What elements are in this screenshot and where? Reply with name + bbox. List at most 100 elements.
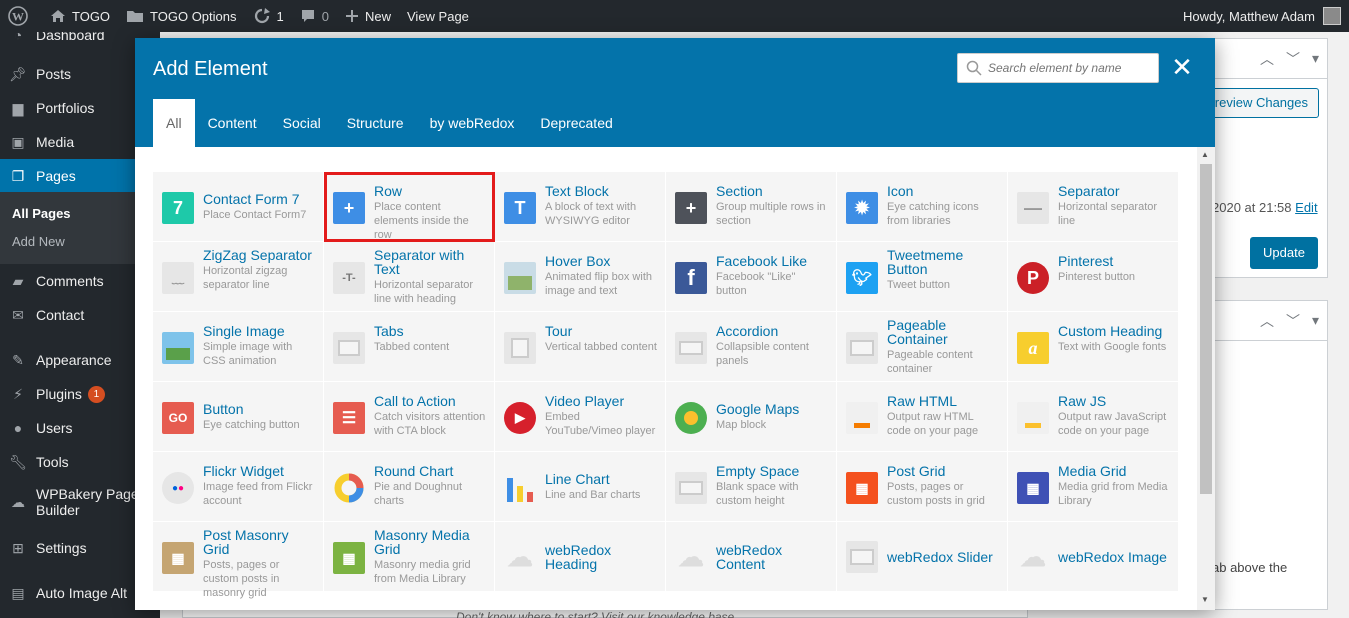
sidebar-label: Media — [36, 134, 75, 150]
element-desc: Posts, pages or custom posts in masonry … — [203, 559, 280, 599]
map-icon — [675, 402, 707, 434]
element-webredox-slider[interactable]: webRedox Slider — [837, 522, 1008, 592]
element-name: Separator with Text — [374, 247, 465, 277]
element-masonry-media-grid[interactable]: ▦ Masonry Media Grid Masonry media grid … — [324, 522, 495, 592]
element-desc: Simple image with CSS animation — [203, 341, 293, 367]
element-tweetmeme-button[interactable]: 🐦︎ Tweetmeme Button Tweet button — [837, 242, 1008, 312]
element-name: Button — [203, 401, 244, 417]
chevron-down-icon[interactable]: ﹀ — [1286, 49, 1300, 69]
element-tour[interactable]: Tour Vertical tabbed content — [495, 312, 666, 382]
element-pageable-container[interactable]: Pageable Container Pageable content cont… — [837, 312, 1008, 382]
element-contact-form-7[interactable]: 7 Contact Form 7 Place Contact Form7 — [153, 172, 324, 242]
sun-icon: ✹ — [846, 192, 878, 224]
chevron-up-icon[interactable]: ︿ — [1260, 311, 1274, 331]
element-name: Line Chart — [545, 471, 610, 487]
site-name: TOGO — [72, 8, 111, 24]
account-menu[interactable]: Howdy, Matthew Adam — [1183, 7, 1349, 25]
element-raw-html[interactable]: Raw HTML Output raw HTML code on your pa… — [837, 382, 1008, 452]
tab-structure[interactable]: Structure — [334, 99, 417, 147]
element-accordion[interactable]: Accordion Collapsible content panels — [666, 312, 837, 382]
close-icon[interactable]: ✕ — [1171, 54, 1193, 80]
scroll-up-arrow-icon[interactable]: ▲ — [1201, 150, 1209, 159]
element-video-player[interactable]: ▶ Video Player Embed YouTube/Vimeo playe… — [495, 382, 666, 452]
element-desc: Tabbed content — [374, 341, 450, 353]
comments-link[interactable]: 0 — [292, 0, 337, 32]
element-desc: Masonry media grid from Media Library — [374, 559, 471, 585]
element-name: Contact Form 7 — [203, 191, 300, 207]
element-facebook-like[interactable]: f Facebook Like Facebook "Like" button — [666, 242, 837, 312]
folder-icon: ▆ — [12, 99, 24, 116]
site-name-link[interactable]: TOGO — [42, 0, 118, 32]
element-desc: Vertical tabbed content — [545, 341, 657, 353]
image-icon: ▤ — [11, 584, 25, 601]
chevron-down-icon[interactable]: ﹀ — [1286, 311, 1300, 331]
caret-down-icon[interactable]: ▾ — [1312, 50, 1319, 67]
element-round-chart[interactable]: Round Chart Pie and Doughnut charts — [324, 452, 495, 522]
wordpress-logo-icon[interactable]: W — [0, 0, 42, 32]
publish-panel-header: ︿ ﹀ ▾ — [1215, 39, 1327, 79]
element-post-masonry-grid[interactable]: ▦ Post Masonry Grid Posts, pages or cust… — [153, 522, 324, 599]
caret-down-icon[interactable]: ▾ — [1312, 312, 1319, 329]
element-raw-js[interactable]: Raw JS Output raw JavaScript code on you… — [1008, 382, 1179, 452]
element-single-image[interactable]: Single Image Simple image with CSS anima… — [153, 312, 324, 382]
element-separator[interactable]: — Separator Horizontal separator line — [1008, 172, 1179, 242]
element-desc: Text with Google fonts — [1058, 341, 1167, 353]
element-call-to-action[interactable]: ☰ Call to Action Catch visitors attentio… — [324, 382, 495, 452]
element-name: Tweetmeme Button — [887, 247, 964, 277]
element-post-grid[interactable]: ▦ Post Grid Posts, pages or custom posts… — [837, 452, 1008, 522]
scrollbar-thumb[interactable] — [1200, 164, 1212, 494]
element-icon[interactable]: ✹ Icon Eye catching icons from libraries — [837, 172, 1008, 242]
element-name: Google Maps — [716, 401, 800, 417]
element-row[interactable]: + Row Place content elements inside the … — [324, 172, 495, 242]
cloud-icon: ☁ — [507, 541, 533, 572]
tab-all[interactable]: All — [153, 99, 195, 147]
home-icon — [51, 10, 65, 22]
element-media-grid[interactable]: ▦ Media Grid Media grid from Media Libra… — [1008, 452, 1179, 522]
element-zigzag-separator[interactable]: ﹏ ZigZag Separator Horizontal zigzag sep… — [153, 242, 324, 312]
donut-chart-icon — [333, 472, 365, 504]
element-pinterest[interactable]: P Pinterest Pinterest button — [1008, 242, 1179, 312]
element-webredox-content[interactable]: ☁ webRedox Content — [666, 522, 837, 592]
tab-content[interactable]: Content — [195, 99, 270, 147]
element-name: Facebook Like — [716, 253, 808, 269]
element-empty-space[interactable]: Empty Space Blank space with custom heig… — [666, 452, 837, 522]
element-desc: Image feed from Flickr account — [203, 481, 313, 507]
sidebar-label: Tools — [36, 454, 69, 470]
tab-deprecated[interactable]: Deprecated — [527, 99, 625, 147]
modal-scrollbar[interactable]: ▲ ▼ — [1197, 147, 1215, 610]
element-webredox-heading[interactable]: ☁ webRedox Heading — [495, 522, 666, 592]
element-tabs[interactable]: Tabs Tabbed content — [324, 312, 495, 382]
admin-bar: W TOGO TOGO Options 1 0 New View Page Ho… — [0, 0, 1349, 32]
scroll-down-arrow-icon[interactable]: ▼ — [1201, 595, 1209, 604]
options-link[interactable]: TOGO Options — [118, 0, 244, 32]
element-webredox-image[interactable]: ☁ webRedox Image — [1008, 522, 1179, 592]
element-hover-box[interactable]: Hover Box Animated flip box with image a… — [495, 242, 666, 312]
update-button[interactable]: Update — [1250, 237, 1318, 269]
chevron-up-icon[interactable]: ︿ — [1260, 49, 1274, 69]
publish-date-value: 2020 at 21:58 — [1212, 200, 1292, 215]
howdy-text: Howdy, Matthew Adam — [1183, 8, 1315, 24]
sidebar-label: Comments — [36, 273, 104, 289]
sidebar-label: Users — [36, 420, 73, 436]
element-name: Post Masonry Grid — [203, 527, 289, 557]
search-box[interactable] — [957, 53, 1159, 83]
element-name: Post Grid — [887, 463, 946, 479]
tab-by-webredox[interactable]: by webRedox — [417, 99, 528, 147]
element-flickr-widget[interactable]: ● ● Flickr Widget Image feed from Flickr … — [153, 452, 324, 522]
element-text-block[interactable]: T Text Block A block of text with WYSIWY… — [495, 172, 666, 242]
element-google-maps[interactable]: Google Maps Map block — [666, 382, 837, 452]
search-input[interactable] — [988, 61, 1148, 75]
edit-date-link[interactable]: Edit — [1295, 200, 1317, 215]
element-custom-heading[interactable]: a Custom Heading Text with Google fonts — [1008, 312, 1179, 382]
element-separator-with-text[interactable]: -T- Separator with Text Horizontal separ… — [324, 242, 495, 312]
comment-icon: ▰ — [12, 272, 24, 289]
new-content-link[interactable]: New — [337, 0, 399, 32]
updates-link[interactable]: 1 — [245, 0, 292, 32]
element-line-chart[interactable]: Line Chart Line and Bar charts — [495, 452, 666, 522]
element-button[interactable]: GO Button Eye catching button — [153, 382, 324, 452]
element-name: Row — [374, 183, 403, 199]
element-name: Raw HTML — [887, 393, 958, 409]
element-section[interactable]: + Section Group multiple rows in section — [666, 172, 837, 242]
view-page-link[interactable]: View Page — [399, 0, 477, 32]
tab-social[interactable]: Social — [270, 99, 334, 147]
